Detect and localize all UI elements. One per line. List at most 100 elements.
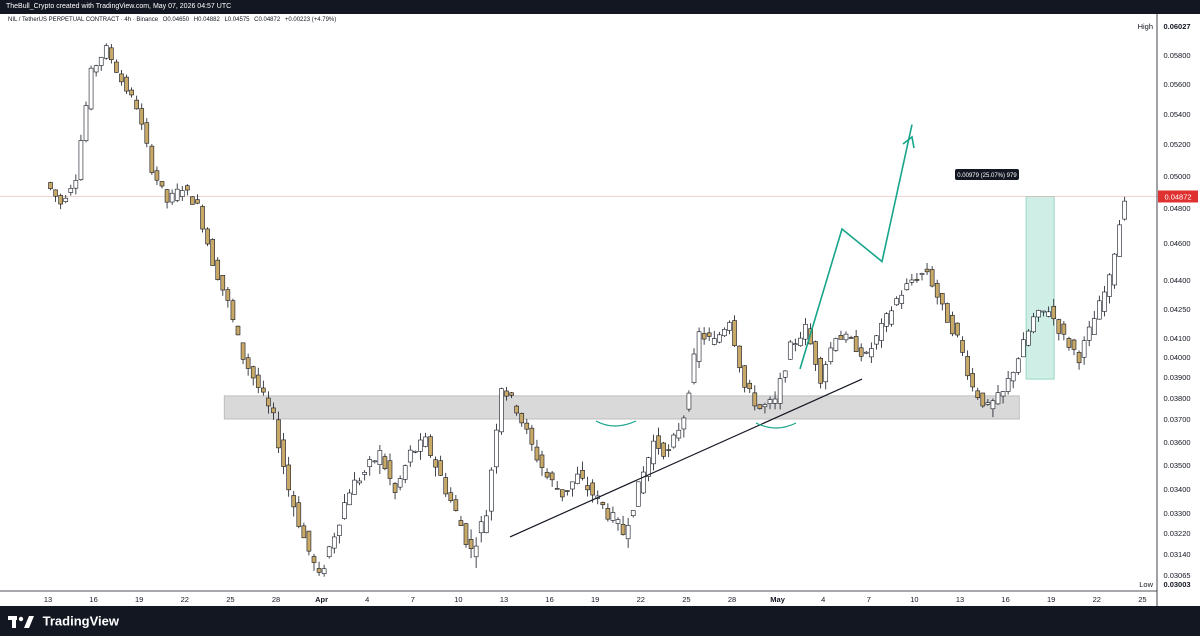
candle-body bbox=[362, 472, 367, 475]
candle-body bbox=[245, 357, 251, 369]
price-tick-label: 0.03500 bbox=[1163, 461, 1190, 470]
candle-body bbox=[919, 273, 925, 275]
plot-area[interactable]: 0.00979 (25.07%) 979 bbox=[0, 43, 1157, 577]
candle-body bbox=[377, 450, 383, 465]
candle-body bbox=[757, 404, 763, 410]
candle-body bbox=[1051, 305, 1057, 320]
candle-body bbox=[63, 197, 69, 202]
candle-body bbox=[858, 347, 864, 357]
candle-body bbox=[985, 402, 991, 405]
candle-body bbox=[585, 485, 590, 491]
candle-body bbox=[159, 181, 165, 187]
candle-body bbox=[869, 348, 874, 358]
candle-body bbox=[281, 439, 286, 467]
candle-body bbox=[468, 539, 474, 549]
candle-body bbox=[169, 192, 175, 203]
candle-body bbox=[331, 536, 337, 549]
candle-body bbox=[235, 325, 241, 336]
candle-body bbox=[321, 568, 327, 574]
candle-body bbox=[357, 480, 362, 484]
candle-body bbox=[559, 489, 565, 498]
candle-body bbox=[134, 99, 139, 110]
candle-body bbox=[681, 417, 687, 430]
price-chart[interactable]: 0.00979 (25.07%) 979 0.05800 0.05600 0.054… bbox=[0, 14, 1200, 606]
candle-body bbox=[818, 358, 823, 384]
candle-body bbox=[352, 479, 357, 495]
price-tick-label: 0.05000 bbox=[1163, 172, 1190, 181]
candle-body bbox=[271, 407, 276, 414]
candle-body bbox=[853, 336, 859, 352]
candle-body bbox=[625, 525, 631, 540]
candle-body bbox=[803, 324, 808, 340]
candle-body bbox=[367, 459, 373, 467]
candle-body bbox=[504, 390, 509, 397]
candle-body bbox=[747, 382, 753, 390]
candle-body bbox=[539, 454, 545, 468]
candle-body bbox=[109, 47, 114, 61]
candle-body bbox=[509, 392, 514, 396]
candle-body bbox=[549, 472, 555, 481]
candle-body bbox=[1061, 323, 1067, 335]
candle-body bbox=[863, 351, 869, 354]
candle-body bbox=[1066, 338, 1072, 348]
price-tick-label: 0.04800 bbox=[1163, 204, 1190, 213]
candle-body bbox=[970, 373, 975, 388]
candle-body bbox=[711, 338, 717, 345]
candle-body bbox=[939, 293, 945, 305]
candle-body bbox=[590, 482, 595, 496]
candle-body bbox=[752, 392, 758, 407]
candle-body bbox=[676, 429, 682, 439]
candle-body bbox=[473, 545, 479, 558]
candle-body bbox=[73, 180, 79, 189]
time-axis[interactable]: 13 16 19 22 25 28 Apr 4 7 10 13 16 19 22 25 28 May 4 7 10 13… bbox=[0, 590, 1157, 604]
time-tick-label: 4 bbox=[365, 595, 369, 604]
time-tick-label: 28 bbox=[272, 595, 280, 604]
candle-body bbox=[306, 530, 312, 552]
candle-body bbox=[879, 323, 884, 341]
candle-body bbox=[1071, 339, 1077, 350]
candle-body bbox=[934, 283, 940, 298]
candle-body bbox=[701, 333, 707, 340]
candle-body bbox=[1010, 372, 1016, 382]
candle-body bbox=[742, 365, 747, 388]
candle-body bbox=[301, 525, 307, 539]
candle-body bbox=[413, 450, 418, 453]
candle-body bbox=[980, 392, 986, 407]
candle-body bbox=[250, 366, 256, 379]
time-tick-label: 19 bbox=[591, 595, 599, 604]
candle-body bbox=[215, 259, 221, 280]
candle-body bbox=[174, 188, 180, 201]
candle-body bbox=[823, 364, 829, 383]
candle-body bbox=[149, 145, 155, 173]
price-tick-label: 0.04000 bbox=[1163, 353, 1190, 362]
candle-body bbox=[255, 374, 261, 388]
price-axis[interactable]: 0.05800 0.05600 0.05400 0.05200 0.05000 0.048… bbox=[1138, 14, 1200, 606]
candle-body bbox=[1122, 200, 1127, 220]
candle-body bbox=[1107, 274, 1112, 297]
candle-body bbox=[326, 546, 332, 558]
candle-body bbox=[124, 76, 129, 92]
price-tick-label: 0.03400 bbox=[1163, 485, 1190, 494]
tradingview-footer: TradingView bbox=[0, 606, 1200, 636]
candle-body bbox=[848, 337, 854, 339]
candle-body bbox=[448, 492, 454, 501]
time-tick-label: 22 bbox=[181, 595, 189, 604]
candle-body bbox=[717, 334, 722, 343]
candle-body bbox=[210, 239, 215, 266]
candle-body bbox=[494, 429, 499, 468]
candle-body bbox=[200, 206, 205, 230]
price-tick-label: 0.05400 bbox=[1163, 110, 1190, 119]
candle-body bbox=[453, 499, 459, 511]
price-tick-label: 0.03065 bbox=[1163, 571, 1190, 580]
candle-body bbox=[1021, 339, 1026, 358]
candle-body bbox=[722, 328, 727, 337]
candle-body bbox=[88, 67, 94, 110]
candle-body bbox=[524, 422, 530, 430]
candle-body bbox=[387, 460, 393, 479]
time-tick-label: 7 bbox=[411, 595, 415, 604]
candle-body bbox=[828, 347, 834, 362]
time-tick-label: 16 bbox=[1001, 595, 1009, 604]
candle-body bbox=[1041, 310, 1046, 313]
price-tick-label: 0.03600 bbox=[1163, 438, 1190, 447]
candle-body bbox=[1046, 311, 1051, 317]
